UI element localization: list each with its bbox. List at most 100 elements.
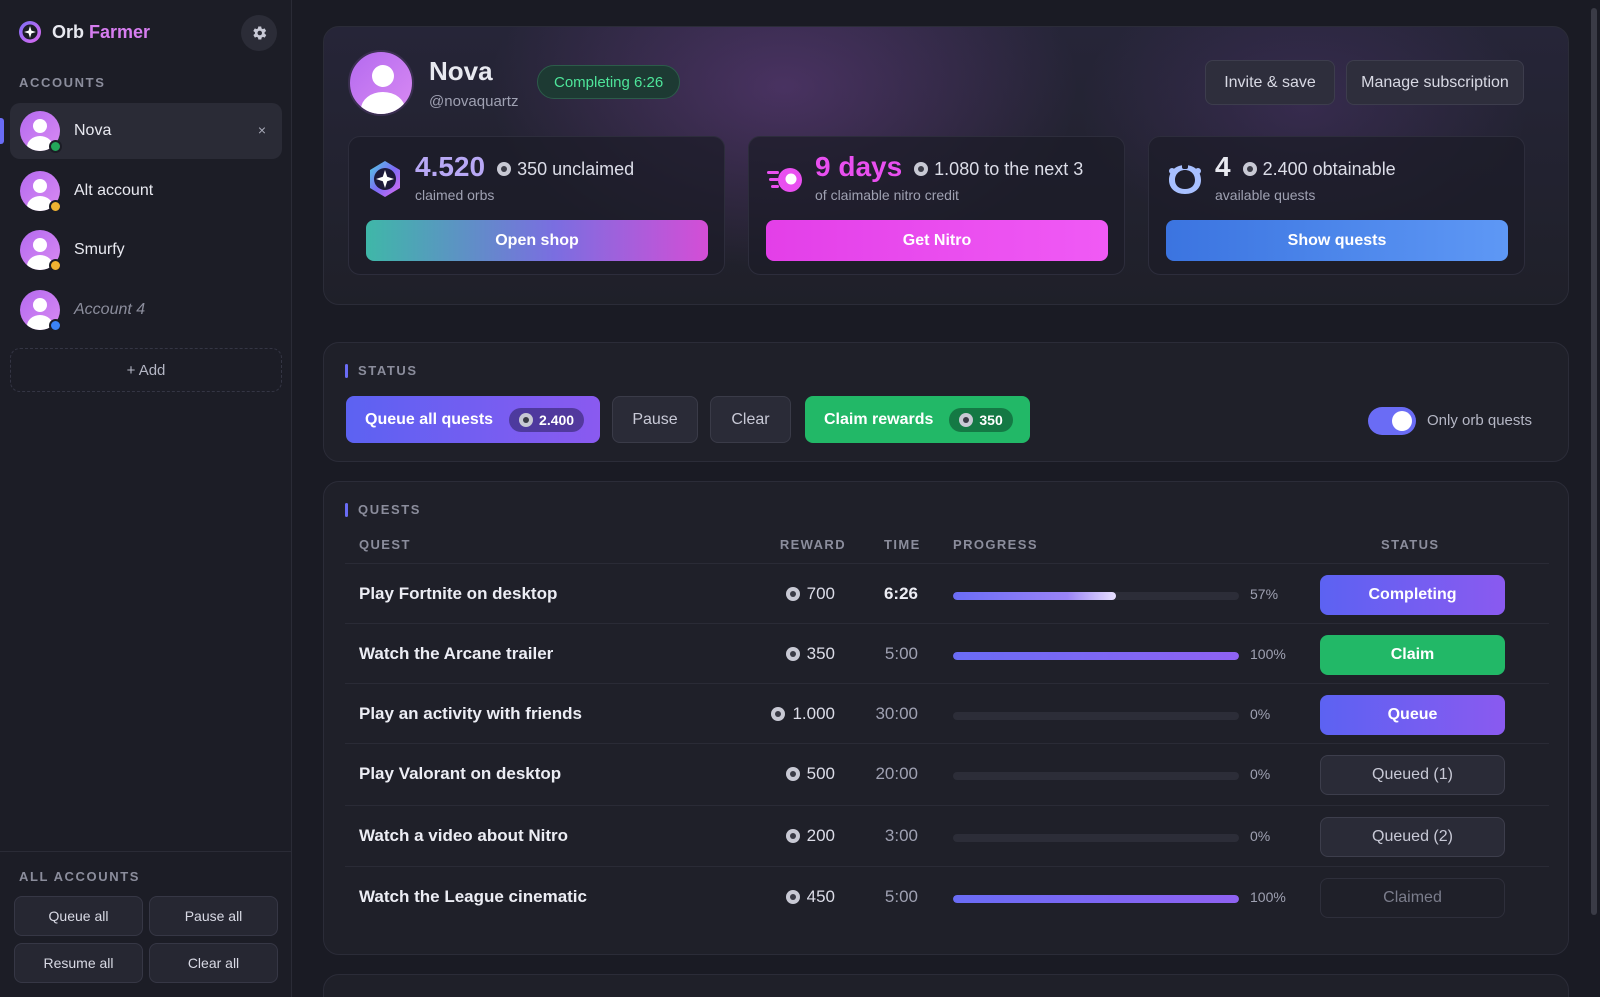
- quest-status-claimed-button: Claimed: [1320, 878, 1505, 918]
- nitro-stat-card: 9 days 1.080 to the next 3 of claimable …: [748, 136, 1125, 275]
- orb-icon: [370, 161, 400, 197]
- quest-status-queue-button[interactable]: Queue: [1320, 695, 1505, 735]
- quests-value: 4: [1215, 151, 1231, 182]
- quest-row: Play Valorant on desktop 500 20:00 0% Queued…: [345, 743, 1549, 804]
- quest-status-completing-button[interactable]: Completing: [1320, 575, 1505, 615]
- quest-reward: 500: [785, 764, 835, 784]
- queue-all-button[interactable]: Queue all: [14, 896, 143, 936]
- claim-rewards-button[interactable]: Claim rewards 350: [805, 396, 1030, 443]
- status-badge: Completing 6:26: [537, 65, 681, 99]
- account-item-nova[interactable]: Nova ×: [10, 103, 282, 159]
- sidebar: Orb Farmer ACCOUNTS Nova × Alt account S…: [0, 0, 292, 997]
- close-icon[interactable]: ×: [258, 122, 266, 138]
- quest-row: Play Fortnite on desktop 700 6:26 57% Comple…: [345, 563, 1549, 624]
- orbs-stat-card: 4.520 350 unclaimed claimed orbs Open sh…: [348, 136, 725, 275]
- get-nitro-button[interactable]: Get Nitro: [766, 220, 1108, 261]
- status-title: STATUS: [358, 363, 418, 378]
- quest-name: Watch the Arcane trailer: [359, 644, 554, 663]
- manage-subscription-button[interactable]: Manage subscription: [1346, 60, 1524, 105]
- profile-name: Nova: [429, 56, 493, 86]
- progress-percent: 0%: [1250, 706, 1271, 722]
- accent-bar: [345, 502, 348, 517]
- quest-name: Play an activity with friends: [359, 704, 582, 723]
- nitro-next: 1.080 to the next 3: [934, 158, 1084, 179]
- orb-icon: [785, 587, 800, 601]
- open-shop-button[interactable]: Open shop: [366, 220, 708, 261]
- profile-avatar: [348, 50, 414, 116]
- quests-title: QUESTS: [358, 502, 422, 517]
- quest-reward: 700: [785, 584, 835, 604]
- gear-icon: [253, 26, 267, 40]
- orb-icon: [497, 162, 512, 176]
- account-item-smurfy[interactable]: Smurfy: [10, 222, 282, 278]
- reward-value: 500: [806, 764, 835, 783]
- only-orb-quests-toggle[interactable]: [1368, 407, 1416, 435]
- scrollbar[interactable]: [1591, 8, 1597, 915]
- quest-status-queued-button[interactable]: Queued (1): [1320, 755, 1505, 795]
- column-header-quest: QUEST: [359, 537, 411, 552]
- quest-row: Watch a video about Nitro 200 3:00 0% Queued…: [345, 805, 1549, 866]
- reward-value: 350: [806, 644, 835, 663]
- progress-fill: [953, 652, 1239, 660]
- reward-value: 200: [806, 826, 835, 845]
- account-item-alt[interactable]: Alt account: [10, 163, 282, 219]
- quest-time: 20:00: [875, 764, 918, 783]
- profile-handle: @novaquartz: [429, 93, 519, 110]
- all-accounts-panel: ALL ACCOUNTS Queue all Pause all Resume …: [0, 851, 292, 997]
- claim-rewards-label: Claim rewards: [824, 410, 934, 428]
- idle-status-dot: [49, 200, 62, 213]
- column-header-progress: PROGRESS: [953, 537, 1038, 552]
- queue-count: 2.400: [539, 411, 575, 428]
- orb-icon: [771, 707, 786, 721]
- reward-value: 450: [806, 887, 835, 906]
- count-badge: 350: [949, 407, 1013, 432]
- invite-save-button[interactable]: Invite & save: [1205, 60, 1335, 105]
- show-quests-button[interactable]: Show quests: [1166, 220, 1508, 261]
- quest-time: 5:00: [884, 644, 918, 663]
- progress-bar: [953, 712, 1239, 720]
- brand: Orb Farmer: [18, 20, 150, 44]
- count-badge: 2.400: [509, 407, 585, 432]
- brand-name-part2: Farmer: [89, 21, 151, 42]
- progress-percent: 100%: [1250, 889, 1286, 905]
- add-account-button[interactable]: + Add: [10, 348, 282, 392]
- clear-button[interactable]: Clear: [710, 396, 791, 443]
- progress-percent: 57%: [1250, 586, 1279, 602]
- orb-icon: [1242, 162, 1257, 176]
- quest-time: 6:26: [883, 584, 918, 603]
- orbs-value: 4.520: [415, 151, 486, 182]
- resume-all-button[interactable]: Resume all: [14, 943, 143, 983]
- quest-status-claim-button[interactable]: Claim: [1320, 635, 1505, 675]
- progress-fill: [953, 895, 1239, 903]
- idle-status-dot: [49, 259, 62, 272]
- quest-reward: 350: [785, 644, 835, 664]
- quest-status-queued-button[interactable]: Queued (2): [1320, 817, 1505, 857]
- quest-reward: 200: [785, 826, 835, 846]
- progress-bar: [953, 772, 1239, 780]
- account-item-4[interactable]: Account 4: [10, 282, 282, 338]
- only-orb-quests-label: Only orb quests: [1427, 412, 1533, 429]
- progress-fill: [953, 592, 1117, 600]
- active-account-indicator: [0, 118, 4, 144]
- nitro-icon: [767, 168, 802, 192]
- quest-name: Play Valorant on desktop: [359, 764, 562, 783]
- quests-stat-card: 4 2.400 obtainable available quests Show…: [1148, 136, 1525, 275]
- queue-all-quests-button[interactable]: Queue all quests 2.400: [346, 396, 600, 443]
- orb-logo-icon: [19, 21, 41, 43]
- reward-value: 1.000: [792, 704, 835, 723]
- claim-count: 350: [979, 411, 1003, 428]
- pause-button[interactable]: Pause: [612, 396, 698, 443]
- orb-icon: [959, 412, 974, 427]
- orb-icon: [785, 829, 800, 843]
- quest-row: Watch the League cinematic 450 5:00 100% Cla…: [345, 866, 1549, 927]
- pause-all-button[interactable]: Pause all: [149, 896, 278, 936]
- quest-name: Watch a video about Nitro: [359, 826, 569, 845]
- settings-button[interactable]: [241, 15, 277, 51]
- progress-bar: [953, 834, 1239, 842]
- orbs-sub: claimed orbs: [415, 187, 495, 203]
- orb-icon: [914, 162, 929, 176]
- column-header-status: STATUS: [1381, 537, 1440, 552]
- toggle-knob: [1392, 411, 1412, 431]
- progress-percent: 100%: [1250, 646, 1286, 662]
- clear-all-button[interactable]: Clear all: [149, 943, 278, 983]
